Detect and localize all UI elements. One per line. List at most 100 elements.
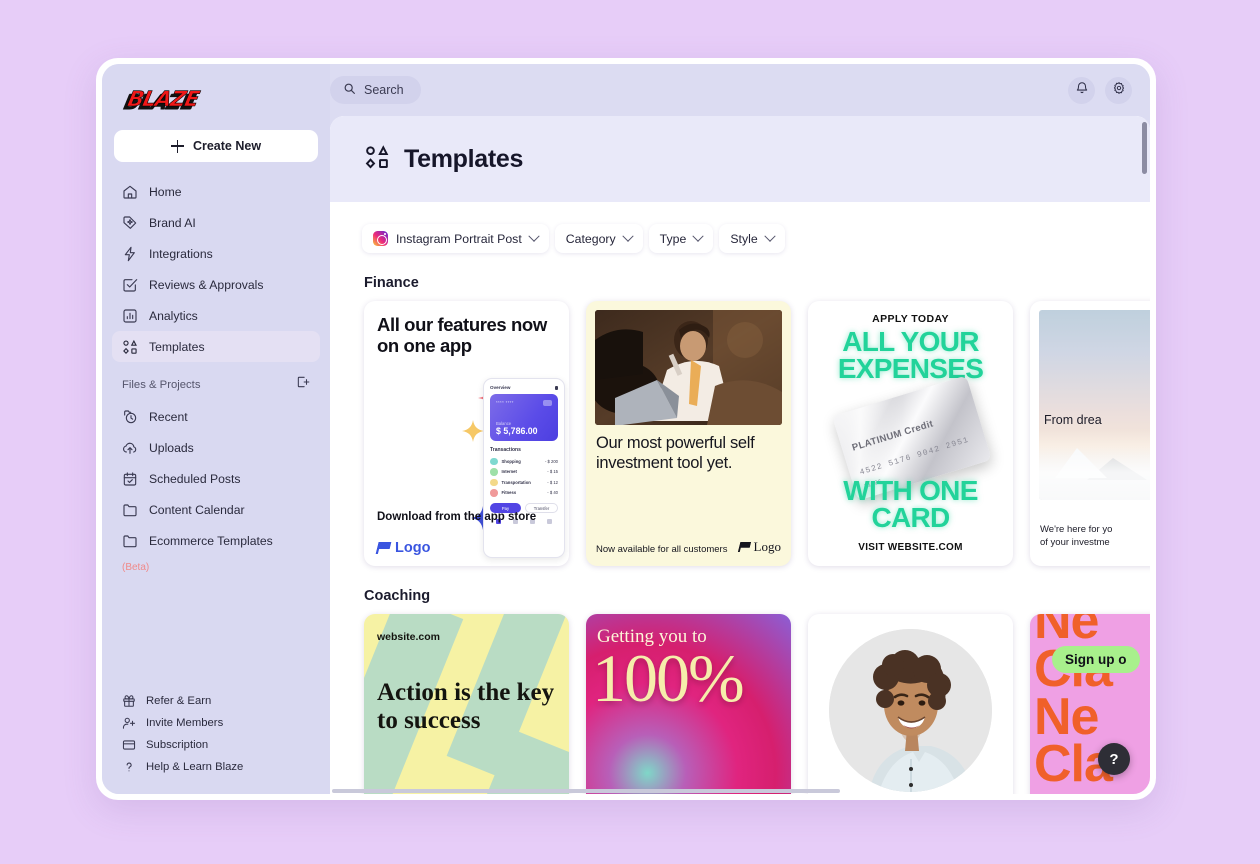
sidebar-item-label: Recent — [149, 409, 188, 424]
filter-category[interactable]: Category — [554, 224, 643, 253]
sidebar-item-content-calendar[interactable]: Content Calendar — [112, 494, 320, 525]
new-project-icon[interactable] — [296, 375, 310, 394]
sidebar-item-subscription[interactable]: Subscription — [112, 734, 320, 756]
transaction-name: Fitness — [501, 490, 517, 496]
sidebar-item-help-learn-blaze[interactable]: Help & Learn Blaze — [112, 756, 320, 778]
section-label: Files & Projects — [122, 378, 201, 391]
signup-pill: Sign up o — [1052, 646, 1140, 673]
template-card-expenses[interactable]: APPLY TODAY ALL YOUR EXPENSES PLATINUM C… — [808, 301, 1013, 566]
filter-style[interactable]: Style — [719, 224, 785, 253]
sidebar-item-home[interactable]: Home — [112, 176, 320, 207]
folder-icon — [122, 502, 138, 518]
chevron-down-icon — [621, 230, 634, 242]
template-card-portrait[interactable] — [808, 614, 1013, 794]
sidebar-item-label: Integrations — [149, 246, 213, 261]
sidebar-item-label: Analytics — [149, 308, 198, 323]
sidebar-item-label: Reviews & Approvals — [149, 277, 264, 292]
sidebar-item-templates[interactable]: Templates — [112, 331, 320, 362]
card-cta: VISIT WEBSITE.COM — [858, 542, 963, 553]
sidebar: BLAZE Create New Home Brand AI Integrati… — [102, 64, 330, 794]
template-card-signup[interactable]: NeClaNeCla Sign up o — [1030, 614, 1150, 794]
transaction-row: Shopping - $ 200 — [484, 456, 564, 467]
row-title-finance: Finance — [364, 275, 419, 291]
template-card-investment[interactable]: Our most powerful self investment tool y… — [586, 301, 791, 566]
settings-button[interactable] — [1105, 76, 1132, 104]
card-headline: Action is the key to success — [377, 679, 555, 734]
card-logo-label: Logo — [395, 540, 431, 556]
sidebar-item-refer-earn[interactable]: Refer & Earn — [112, 690, 320, 712]
filter-label: Style — [730, 231, 758, 246]
person-add-icon — [122, 716, 136, 730]
transactions-title: Transactions — [490, 447, 521, 453]
sidebar-item-ecommerce-templates[interactable]: Ecommerce Templates — [112, 525, 320, 556]
create-new-button[interactable]: Create New — [114, 130, 318, 162]
template-card-features[interactable]: All our features now on one app Overview… — [364, 301, 569, 566]
lightning-icon — [122, 246, 138, 262]
shapes-icon — [364, 144, 390, 175]
folder-icon — [122, 533, 138, 549]
search-label: Search — [364, 83, 404, 97]
horizontal-scrollbar[interactable] — [330, 789, 1150, 794]
sidebar-item-analytics[interactable]: Analytics — [112, 300, 320, 331]
search-input[interactable]: Search — [330, 76, 421, 104]
card-subtext: Now available for all customers — [596, 543, 728, 555]
vertical-scrollbar-thumb[interactable] — [1142, 122, 1147, 174]
page-root: BLAZE Create New Home Brand AI Integrati… — [0, 0, 1260, 864]
sidebar-item-brand-ai[interactable]: Brand AI — [112, 207, 320, 238]
question-icon — [122, 760, 136, 774]
sidebar-item-recent[interactable]: Recent — [112, 401, 320, 432]
transaction-amount: - $ 12 — [547, 479, 558, 485]
content-area: Templates Instagram Portrait Post Catego… — [330, 116, 1150, 794]
sidebar-item-label: Subscription — [146, 739, 209, 751]
transaction-row: Transportation - $ 12 — [484, 477, 564, 488]
card-headline-bottom: WITH ONE CARD — [843, 474, 978, 533]
sidebar-item-uploads[interactable]: Uploads — [112, 432, 320, 463]
template-card-dreams[interactable]: From drea We're here for yo of your inves… — [1030, 301, 1150, 566]
shapes-icon — [122, 339, 138, 355]
cloud-layer — [1039, 430, 1150, 500]
card-logo: Logo — [377, 540, 430, 556]
filter-bar: Instagram Portrait Post Category Type St… — [330, 202, 1150, 253]
chevron-down-icon — [692, 230, 704, 242]
card-headline-top: ALL YOUR EXPENSES — [837, 326, 984, 385]
card-headline: Our most powerful self investment tool y… — [596, 434, 755, 472]
transaction-amount: - $ 200 — [544, 458, 558, 464]
notifications-button[interactable] — [1068, 76, 1095, 104]
template-card-action[interactable]: website.com Action is the key to success — [364, 614, 569, 794]
gift-icon — [122, 694, 136, 708]
sidebar-item-integrations[interactable]: Integrations — [112, 238, 320, 269]
sidebar-item-label: Home — [149, 184, 182, 199]
instagram-icon — [373, 231, 388, 246]
home-icon — [122, 184, 138, 200]
sidebar-item-label: Invite Members — [146, 717, 224, 729]
templates-scroll-region[interactable]: Templates Instagram Portrait Post Catego… — [330, 116, 1150, 794]
sidebar-item-scheduled-posts[interactable]: Scheduled Posts — [112, 463, 320, 494]
transaction-name: Transportation — [501, 479, 531, 485]
plus-icon — [170, 139, 184, 153]
hscroll-thumb[interactable] — [332, 789, 841, 793]
create-new-label: Create New — [192, 139, 262, 153]
transaction-icon — [490, 489, 498, 497]
template-card-hundred[interactable]: Getting you to 100% Book a session with … — [586, 614, 791, 794]
sidebar-item-reviews-approvals[interactable]: Reviews & Approvals — [112, 269, 320, 300]
beta-badge: (Beta) — [122, 562, 150, 573]
main-column: Search Templates Instagram Portrait Post… — [330, 64, 1150, 794]
app-window: BLAZE Create New Home Brand AI Integrati… — [96, 58, 1156, 800]
bar-chart-icon — [122, 308, 138, 324]
sidebar-footer: Refer & Earn Invite Members Subscription… — [112, 690, 320, 784]
filter-format-instagram-portrait-post[interactable]: Instagram Portrait Post — [362, 224, 549, 253]
phone-overview-label: Overview — [490, 385, 511, 390]
sparkle-yellow-icon — [462, 420, 484, 442]
card-chip-icon — [543, 400, 552, 406]
sidebar-item-label: Ecommerce Templates — [149, 533, 273, 548]
tag-sparkle-icon — [122, 215, 138, 231]
filter-label: Category — [565, 231, 616, 246]
card-headline: From drea — [1044, 413, 1102, 427]
filter-type[interactable]: Type — [648, 224, 714, 253]
topbar: Search — [330, 64, 1150, 116]
photo-smiling-man — [829, 629, 992, 792]
help-button[interactable]: ? — [1098, 743, 1130, 775]
sidebar-item-invite-members[interactable]: Invite Members — [112, 712, 320, 734]
app-logo[interactable]: BLAZE — [112, 78, 320, 120]
